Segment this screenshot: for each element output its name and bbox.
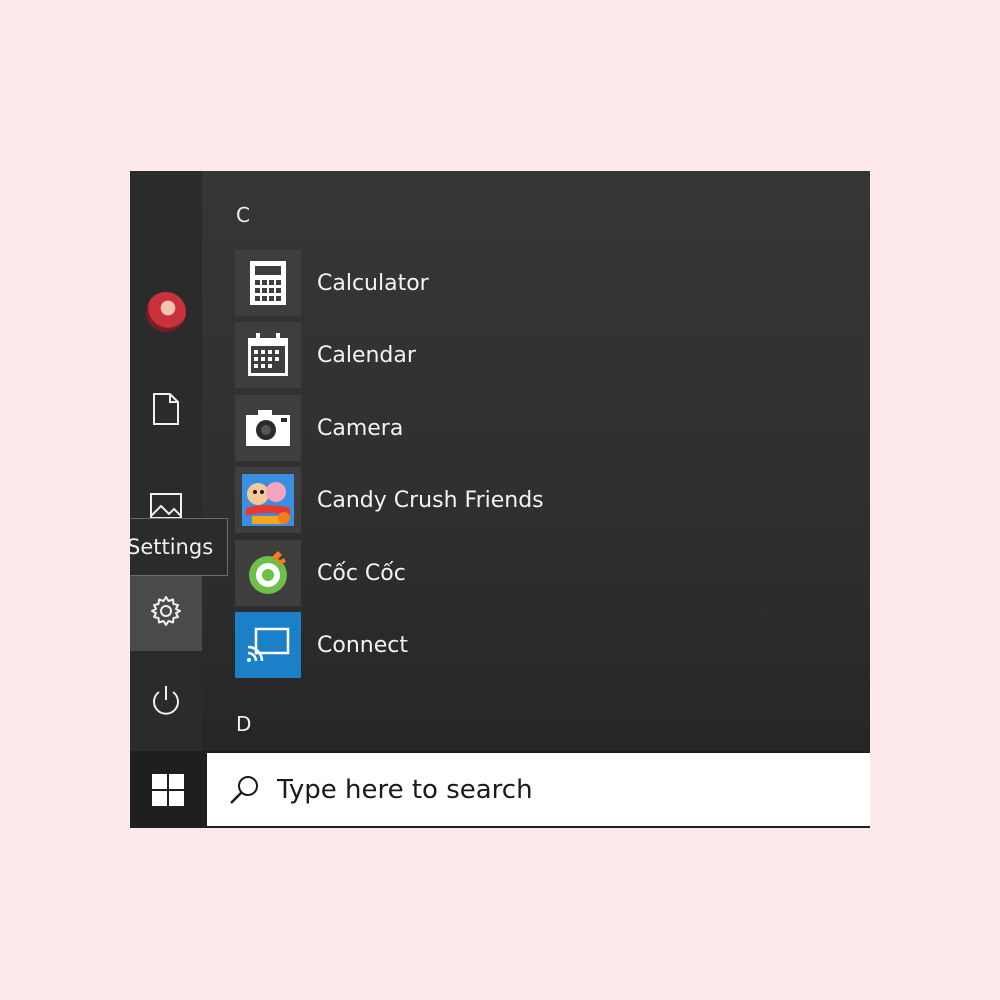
app-connect[interactable]: Connect <box>235 612 775 678</box>
app-label: Candy Crush Friends <box>317 487 544 513</box>
power-button[interactable] <box>130 668 202 732</box>
section-letter-c[interactable]: C <box>236 203 250 227</box>
calculator-tile <box>235 250 301 316</box>
settings-icon <box>151 596 181 626</box>
calculator-icon <box>250 261 286 305</box>
candy-crush-friends-icon <box>242 474 294 526</box>
section-letter-d[interactable]: D <box>236 712 251 736</box>
user-avatar <box>146 292 186 332</box>
start-menu-screenshot: C Calculator Calendar Camera Candy Crush… <box>130 171 870 828</box>
user-account-button[interactable] <box>130 280 202 344</box>
app-label: Connect <box>317 632 408 658</box>
coc-coc-tile <box>235 540 301 606</box>
app-label: Calendar <box>317 342 416 368</box>
documents-icon <box>153 393 179 425</box>
connect-tile <box>235 612 301 678</box>
app-camera[interactable]: Camera <box>235 395 775 461</box>
app-calendar[interactable]: Calendar <box>235 322 775 388</box>
windows-logo-icon <box>152 773 184 806</box>
app-list: C Calculator Calendar Camera Candy Crush… <box>202 171 870 751</box>
documents-button[interactable] <box>130 377 202 441</box>
power-icon <box>153 686 179 715</box>
taskbar: Type here to search <box>130 751 870 828</box>
pictures-icon <box>150 493 182 519</box>
settings-tooltip: Settings <box>130 518 228 576</box>
app-candy-crush-friends[interactable]: Candy Crush Friends <box>235 467 775 533</box>
start-button[interactable] <box>130 751 206 828</box>
start-menu-rail <box>130 171 202 751</box>
search-placeholder: Type here to search <box>277 774 533 805</box>
calendar-icon <box>248 333 288 376</box>
tooltip-text: Settings <box>130 535 214 559</box>
camera-tile <box>235 395 301 461</box>
search-icon <box>230 775 258 804</box>
app-label: Cốc Cốc <box>317 560 406 586</box>
coc-coc-icon <box>249 551 287 594</box>
app-label: Camera <box>317 415 404 441</box>
connect-icon <box>247 627 290 662</box>
candy-crush-friends-tile <box>235 467 301 533</box>
taskbar-search-box[interactable]: Type here to search <box>207 753 870 826</box>
settings-button[interactable] <box>130 571 202 651</box>
app-calculator[interactable]: Calculator <box>235 250 775 316</box>
calendar-tile <box>235 322 301 388</box>
app-label: Calculator <box>317 270 429 296</box>
app-coc-coc[interactable]: Cốc Cốc <box>235 540 775 606</box>
camera-icon <box>246 410 290 446</box>
